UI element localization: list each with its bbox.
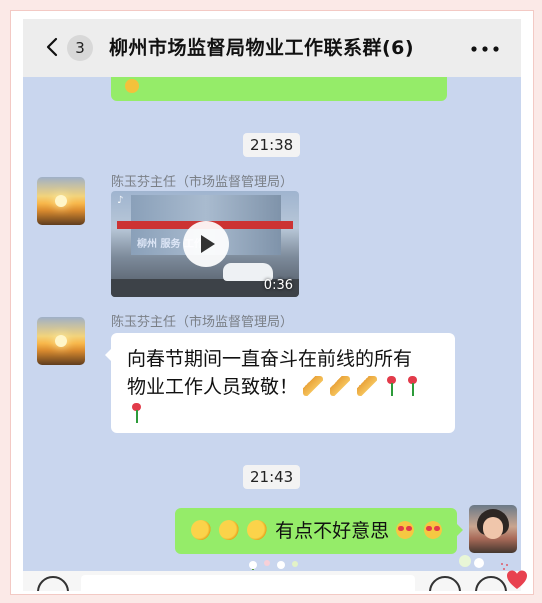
sun-icon <box>55 335 67 347</box>
previous-message-bubble[interactable] <box>111 77 447 101</box>
avatar-face <box>483 517 503 539</box>
bubble-tail <box>105 349 111 361</box>
own-message-row: 有点不好意思 <box>191 517 445 545</box>
unread-badge[interactable]: 3 <box>67 35 93 61</box>
clap-icon <box>219 520 240 540</box>
rose-icon <box>384 376 398 396</box>
message-line-3-row <box>129 403 145 424</box>
heart-icon <box>507 570 527 589</box>
sun-icon <box>55 195 67 207</box>
video-duration: 0:36 <box>263 278 293 293</box>
emoji-icon <box>125 79 139 93</box>
own-message-bubble[interactable]: 有点不好意思 <box>175 508 463 554</box>
plus-icon[interactable] <box>475 576 507 591</box>
voice-icon[interactable] <box>37 576 69 591</box>
pray-icon <box>357 376 378 396</box>
own-message-text: 有点不好意思 <box>275 520 390 542</box>
chat-title: 柳州市场监督局物业工作联系群(6) <box>109 37 415 59</box>
flower-decoration-icon <box>249 560 298 570</box>
input-bar <box>23 571 521 591</box>
heart-eyes-icon <box>395 520 416 540</box>
self-avatar[interactable] <box>469 505 517 553</box>
back-icon[interactable] <box>45 37 59 57</box>
play-button[interactable] <box>183 221 229 267</box>
chat-screen: 3 柳州市场监督局物业工作联系群(6) 21:38 陈玉芬主任（市场监督管理局）… <box>23 19 521 591</box>
message-input[interactable] <box>81 575 415 591</box>
message-line-1: 向春节期间一直奋斗在前线的所有 <box>127 348 413 370</box>
rose-icon <box>405 376 419 396</box>
screenshot-frame: 3 柳州市场监督局物业工作联系群(6) 21:38 陈玉芬主任（市场监督管理局）… <box>10 10 534 595</box>
more-icon[interactable] <box>470 46 500 52</box>
timestamp: 21:38 <box>243 133 301 157</box>
text-message-bubble[interactable]: 向春节期间一直奋斗在前线的所有 物业工作人员致敬！ <box>105 333 455 433</box>
avatar[interactable] <box>37 317 85 365</box>
music-note-icon: ♪ <box>117 195 124 206</box>
heart-eyes-icon <box>423 520 444 540</box>
pray-icon <box>330 376 351 396</box>
timestamp: 21:43 <box>243 465 301 489</box>
rose-icon <box>129 403 143 423</box>
avatar[interactable] <box>37 177 85 225</box>
sender-name: 陈玉芬主任（市场监督管理局） <box>111 175 294 190</box>
play-icon <box>201 235 215 253</box>
message-line-2-row: 物业工作人员致敬！ <box>127 373 421 401</box>
clap-icon <box>247 520 268 540</box>
pray-icon <box>303 376 324 396</box>
clap-icon <box>191 520 211 540</box>
video-message[interactable]: 柳州 服务 工作 ♪ 0:36 <box>111 191 299 297</box>
flower-decoration-icon <box>459 555 484 568</box>
sender-name: 陈玉芬主任（市场监督管理局） <box>111 315 294 330</box>
emoji-icon[interactable] <box>429 576 461 591</box>
bubble-tail <box>457 524 463 536</box>
chat-header: 3 柳州市场监督局物业工作联系群(6) <box>23 19 521 77</box>
message-line-2: 物业工作人员致敬！ <box>127 376 299 398</box>
